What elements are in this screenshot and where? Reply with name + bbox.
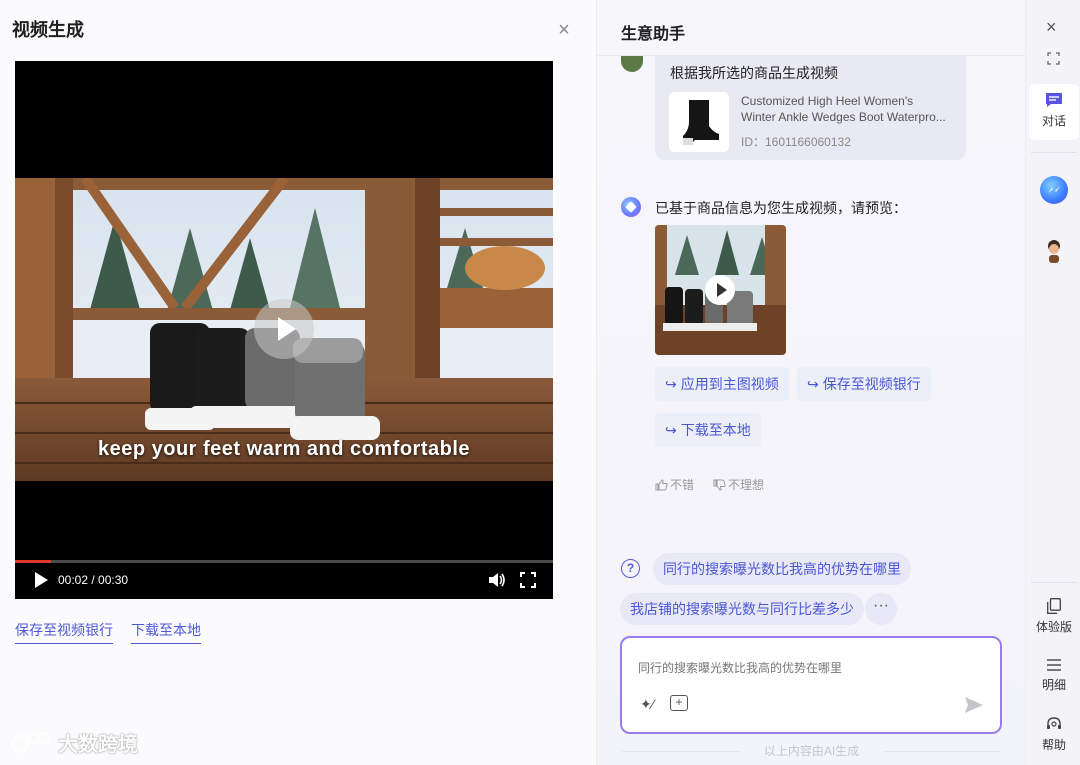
- product-name: Customized High Heel Women's Winter Ankl…: [741, 93, 953, 125]
- video-time: 00:02 / 00:30: [58, 573, 129, 587]
- apply-to-main-video-button[interactable]: ↪ 应用到主图视频: [655, 367, 789, 401]
- list-icon: [1047, 659, 1061, 671]
- product-card[interactable]: Customized High Heel Women's Winter Ankl…: [669, 92, 951, 152]
- video-progress-fill: [15, 560, 52, 563]
- sidebar-item-dialog[interactable]: 对话: [1029, 84, 1079, 140]
- thumbs-down-icon: [713, 479, 726, 491]
- save-to-video-bank-label: 保存至视频银行: [822, 376, 921, 392]
- close-icon[interactable]: ×: [556, 20, 572, 40]
- thumbnail-play-icon[interactable]: [705, 275, 735, 305]
- help-headset-icon: [1047, 717, 1061, 729]
- product-name-line1: Customized High Heel Women's: [741, 94, 914, 108]
- video-progress-bar[interactable]: [15, 560, 553, 563]
- chat-title: 生意助手: [621, 26, 686, 43]
- watermark-text: 大数跨境: [58, 734, 138, 756]
- sidebar-item-detail[interactable]: 明细: [1029, 658, 1079, 693]
- sidebar-item-dialog-label: 对话: [1041, 114, 1066, 128]
- save-to-video-bank-button[interactable]: ↪ 保存至视频银行: [797, 367, 931, 401]
- assistant-character-avatar[interactable]: [1040, 236, 1068, 264]
- product-thumbnail: [669, 92, 729, 152]
- expand-icon[interactable]: [1047, 52, 1060, 65]
- panel-title: 视频生成: [12, 20, 84, 40]
- user-message-bubble: 根据我所选的商品生成视频 Customized High Heel Women'…: [655, 56, 966, 160]
- download-local-link[interactable]: 下载至本地: [131, 620, 201, 644]
- play-control-icon[interactable]: [33, 571, 49, 589]
- close-icon[interactable]: ×: [1046, 18, 1057, 36]
- fullscreen-icon[interactable]: [520, 572, 536, 588]
- sidebar-item-help-label: 帮助: [1041, 738, 1066, 752]
- chat-input-box[interactable]: ✦⁄ +: [620, 636, 1002, 734]
- volume-icon[interactable]: [487, 571, 505, 589]
- thumbs-up-label: 不错: [670, 478, 695, 492]
- user-message-text: 根据我所选的商品生成视频: [670, 65, 838, 81]
- generated-video-thumbnail[interactable]: [655, 225, 786, 355]
- save-to-video-bank-link[interactable]: 保存至视频银行: [15, 620, 113, 644]
- product-id: ID：1601166060132: [741, 135, 851, 149]
- download-local-label: 下载至本地: [680, 422, 751, 438]
- sidebar-divider: [1031, 152, 1077, 153]
- redirect-arrow-icon: ↪: [807, 375, 819, 392]
- redirect-arrow-icon: ↪: [665, 375, 677, 392]
- magic-wand-icon[interactable]: ✦⁄: [640, 696, 654, 713]
- add-content-icon[interactable]: +: [670, 695, 688, 711]
- thumbs-down-button[interactable]: 不理想: [713, 476, 764, 493]
- redirect-arrow-icon: ↪: [665, 421, 677, 438]
- question-icon: ?: [621, 559, 640, 578]
- suggestion-chip-2[interactable]: 我店铺的搜索曝光数与同行比差多少: [620, 593, 864, 625]
- thumbs-up-button[interactable]: 不错: [655, 476, 694, 493]
- sidebar-item-trial-label: 体验版: [1035, 620, 1072, 634]
- chat-icon: [1046, 93, 1062, 107]
- right-sidebar: × 对话 体验版 明细 帮助: [1025, 0, 1080, 765]
- sidebar-item-help[interactable]: 帮助: [1029, 716, 1079, 753]
- download-local-button[interactable]: ↪ 下载至本地: [655, 413, 761, 447]
- ai-message-text: 已基于商品信息为您生成视频，请预览：: [655, 200, 907, 216]
- copy-icon: [1047, 598, 1061, 614]
- video-generation-panel: 视频生成 × keep your feet warm and comfortab…: [0, 0, 596, 765]
- play-icon[interactable]: [254, 299, 314, 359]
- suggestion-chip-1[interactable]: 同行的搜索曝光数比我高的优势在哪里: [653, 553, 911, 585]
- user-avatar: [621, 56, 643, 72]
- product-name-line2: Winter Ankle Wedges Boot Waterpro...: [741, 110, 946, 124]
- apply-to-main-video-label: 应用到主图视频: [680, 376, 779, 392]
- watermark: 大数跨境: [10, 728, 138, 757]
- watermark-logo-icon: [10, 731, 51, 753]
- sidebar-divider: [1031, 582, 1077, 583]
- ai-generated-footnote: 以上内容由AI生成: [597, 742, 1026, 759]
- business-assistant-panel: 生意助手 根据我所选的商品生成视频 Customized High Heel W…: [596, 0, 1026, 765]
- chat-input[interactable]: [638, 660, 978, 674]
- sidebar-item-trial[interactable]: 体验版: [1029, 598, 1079, 635]
- messenger-icon[interactable]: [1040, 176, 1068, 204]
- thumbs-down-label: 不理想: [728, 478, 765, 492]
- send-icon[interactable]: [964, 696, 984, 714]
- video-caption: keep your feet warm and comfortable: [97, 438, 471, 460]
- thumbs-up-icon: [655, 478, 668, 490]
- ai-assistant-avatar: [621, 197, 641, 217]
- more-suggestions-button[interactable]: ···: [865, 593, 897, 625]
- sidebar-item-detail-label: 明细: [1041, 678, 1066, 692]
- video-player[interactable]: keep your feet warm and comfortable 00:0…: [15, 61, 553, 599]
